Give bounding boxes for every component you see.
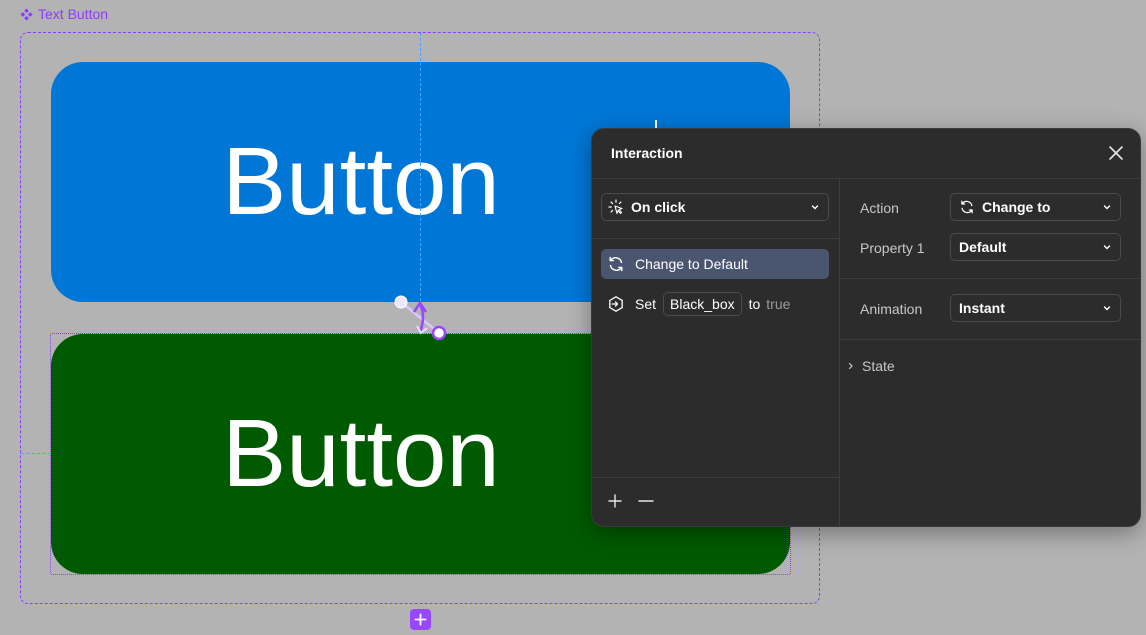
divider (592, 178, 1140, 179)
alignment-guide (21, 453, 51, 454)
prototype-connector[interactable] (390, 292, 450, 344)
divider (840, 278, 1140, 279)
state-section-label: State (862, 358, 895, 374)
minus-icon[interactable] (638, 494, 654, 508)
panel-title: Interaction (611, 145, 683, 161)
chevron-down-icon (811, 205, 819, 210)
interaction-panel: Interaction On click Change to Default S… (591, 128, 1141, 527)
set-prefix: Set (635, 296, 657, 312)
animation-field-label: Animation (860, 301, 923, 317)
property-select[interactable]: Default (950, 233, 1121, 261)
action-select-value: Change to (982, 199, 1051, 215)
button-variant-text: Button (222, 128, 500, 235)
animation-select-value: Instant (959, 300, 1005, 316)
action-item-label: Change to Default (635, 256, 748, 272)
set-connector: to (748, 296, 761, 312)
plus-icon[interactable] (608, 494, 622, 508)
action-item-set-variable[interactable]: Set Black_box to true (601, 289, 829, 319)
add-variant-button[interactable] (410, 609, 431, 630)
set-variable-icon (609, 296, 623, 312)
plus-icon (414, 613, 427, 626)
divider (839, 179, 840, 526)
state-section-toggle[interactable]: State (847, 358, 895, 374)
action-field-label: Action (860, 200, 899, 216)
variable-chip[interactable]: Black_box (663, 292, 742, 316)
component-name: Text Button (38, 6, 109, 22)
property-select-value: Default (959, 239, 1007, 255)
chevron-down-icon (1103, 245, 1111, 250)
click-cursor-icon (608, 199, 623, 215)
animation-select[interactable]: Instant (950, 294, 1121, 322)
component-icon (20, 7, 33, 21)
component-label[interactable]: Text Button (20, 5, 108, 23)
set-value[interactable]: true (766, 296, 790, 312)
change-to-icon (609, 256, 623, 272)
trigger-select[interactable]: On click (601, 193, 829, 221)
action-select[interactable]: Change to (950, 193, 1121, 221)
alignment-guide (420, 33, 421, 301)
chevron-down-icon (1103, 205, 1111, 210)
property-field-label: Property 1 (860, 240, 925, 256)
divider (592, 238, 839, 239)
change-to-icon (961, 200, 973, 214)
divider (592, 477, 839, 478)
chevron-down-icon (1103, 306, 1111, 311)
trigger-label: On click (631, 199, 686, 215)
divider (840, 339, 1140, 340)
action-item-change-to[interactable]: Change to Default (601, 249, 829, 279)
close-icon[interactable] (1107, 144, 1125, 162)
chevron-right-icon (848, 362, 853, 370)
